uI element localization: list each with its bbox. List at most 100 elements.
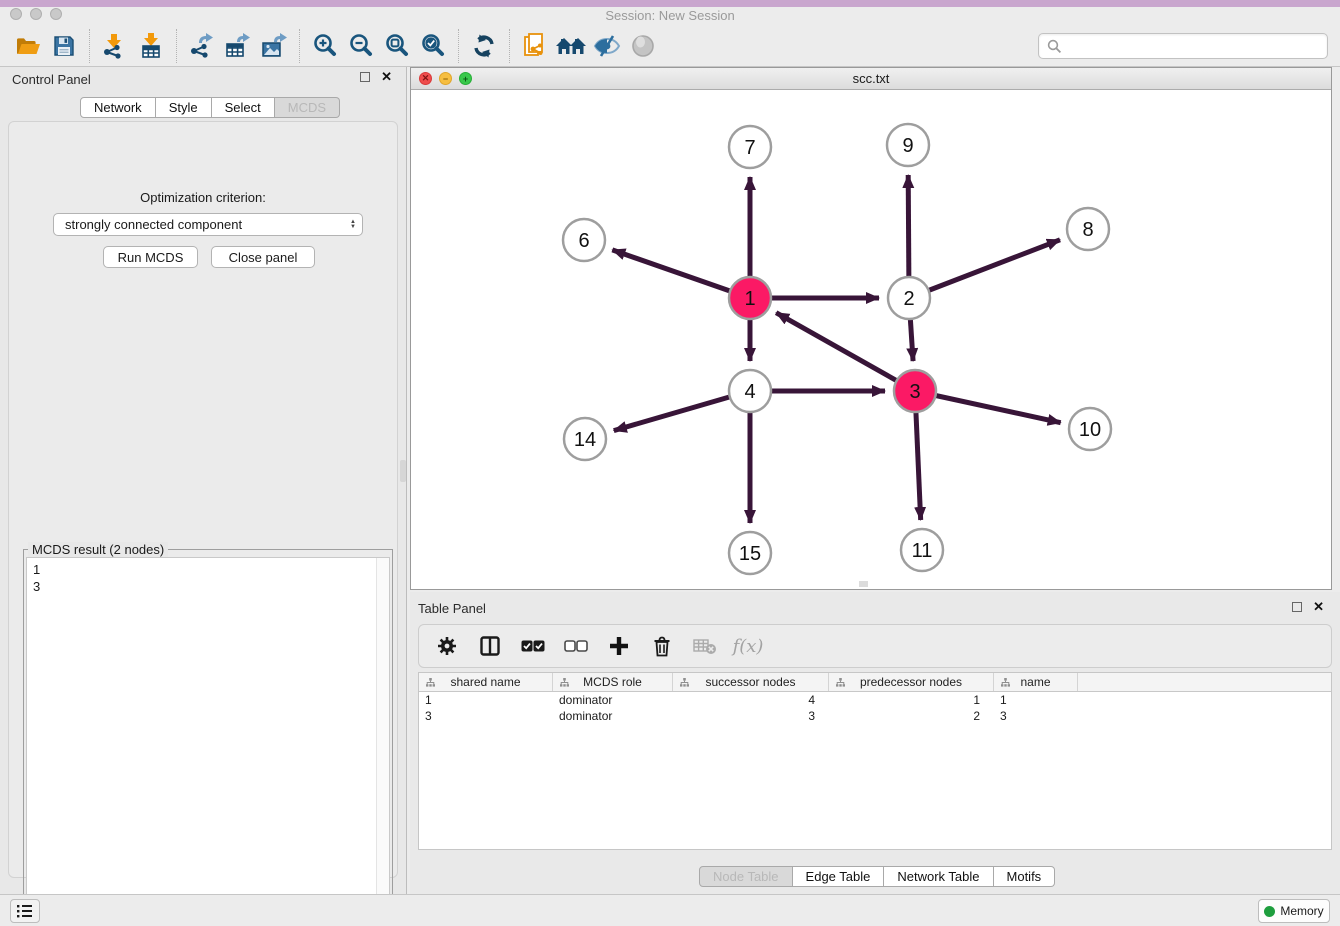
table-row[interactable]: 1dominator411 [419,692,1331,708]
graph-edge-2-8[interactable] [909,240,1060,298]
table-cell[interactable]: 1 [419,692,553,708]
open-session-icon[interactable] [10,28,46,64]
graph-edge-3-1[interactable] [776,313,915,391]
tab-select[interactable]: Select [212,97,275,118]
panel-splitter-handle[interactable] [400,460,406,482]
float-table-panel-icon[interactable] [1292,602,1302,612]
graph-node-7[interactable]: 7 [729,126,771,168]
unselect-all-icon[interactable] [562,632,590,660]
mcds-result-list[interactable]: 13 [26,557,390,922]
export-network-icon[interactable] [184,28,220,64]
column-header-MCDS-role[interactable]: MCDS role [553,673,673,691]
graph-node-6[interactable]: 6 [563,219,605,261]
node-table: shared nameMCDS rolesuccessor nodesprede… [418,672,1332,850]
zoom-selected-icon[interactable] [415,28,451,64]
graph-node-11[interactable]: 11 [901,529,943,571]
task-list-button[interactable] [10,899,40,923]
network-view-window: ✕ − + scc.txt 7 9 6 8 1 2 4 3 14 10 15 11 [410,67,1332,590]
table-cell[interactable]: 3 [994,708,1078,724]
add-icon[interactable] [605,632,633,660]
table-cell[interactable]: 1 [994,692,1078,708]
export-image-icon[interactable] [256,28,292,64]
memory-button[interactable]: Memory [1258,899,1330,923]
graph-node-14[interactable]: 14 [564,418,606,460]
column-header-predecessor-nodes[interactable]: predecessor nodes [829,673,994,691]
delete-table-icon[interactable] [691,632,719,660]
table-cell[interactable]: 1 [829,692,994,708]
graph-node-9[interactable]: 9 [887,124,929,166]
tab-motifs[interactable]: Motifs [994,866,1056,887]
result-scrollbar[interactable] [376,558,389,921]
table-cell[interactable]: dominator [553,708,673,724]
zoom-out-icon[interactable] [343,28,379,64]
network-canvas[interactable]: 7 9 6 8 1 2 4 3 14 10 15 11 [411,90,1331,589]
toolbar-separator [509,29,510,63]
network-window-titlebar[interactable]: ✕ − + scc.txt [411,68,1331,90]
home-icon[interactable] [553,28,589,64]
column-header-shared-name[interactable]: shared name [419,673,553,691]
svg-text:4: 4 [744,381,755,403]
export-table-icon[interactable] [220,28,256,64]
select-all-icon[interactable] [519,632,547,660]
svg-text:3: 3 [909,381,920,403]
save-session-icon[interactable] [46,28,82,64]
tab-node-table[interactable]: Node Table [699,866,793,887]
split-columns-icon[interactable] [476,632,504,660]
tab-style[interactable]: Style [156,97,212,118]
optimization-criterion-dropdown[interactable]: strongly connected component ▲▼ [53,213,363,236]
delete-icon[interactable] [648,632,676,660]
gear-icon[interactable] [433,632,461,660]
column-header-name[interactable]: name [994,673,1078,691]
close-table-panel-icon[interactable]: ✕ [1313,602,1324,612]
search-field[interactable] [1038,33,1328,59]
optimization-criterion-label: Optimization criterion: [9,190,397,205]
graph-node-10[interactable]: 10 [1069,408,1111,450]
table-cell[interactable]: 3 [673,708,829,724]
table-cell[interactable]: 2 [829,708,994,724]
graph-node-1[interactable]: 1 [729,277,771,319]
graph-edge-3-10[interactable] [915,391,1061,423]
table-row[interactable]: 3dominator323 [419,708,1331,724]
refresh-icon[interactable] [466,28,502,64]
run-mcds-button[interactable]: Run MCDS [103,246,198,268]
memory-status-icon [1264,906,1275,917]
tab-mcds[interactable]: MCDS [275,97,340,118]
graph-node-8[interactable]: 8 [1067,208,1109,250]
clone-network-icon[interactable] [517,28,553,64]
close-panel-button[interactable]: Close panel [211,246,315,268]
window-top-accent [0,0,1340,7]
zoom-fit-icon[interactable] [379,28,415,64]
tab-network-table[interactable]: Network Table [884,866,993,887]
graph-node-15[interactable]: 15 [729,532,771,574]
network-graph[interactable]: 7 9 6 8 1 2 4 3 14 10 15 11 [411,90,1331,589]
close-panel-icon[interactable]: ✕ [381,72,392,82]
toolbar-separator [299,29,300,63]
table-cell[interactable]: 3 [419,708,553,724]
toolbar-separator [176,29,177,63]
sphere-icon[interactable] [625,28,661,64]
zoom-in-icon[interactable] [307,28,343,64]
svg-text:9: 9 [902,135,913,157]
svg-text:6: 6 [578,230,589,252]
function-builder-icon: f(x) [734,632,762,660]
graphics-details-icon[interactable] [589,28,625,64]
window-title: Session: New Session [0,8,1340,23]
status-bar: Memory [0,894,1340,926]
graph-node-3[interactable]: 3 [894,370,936,412]
table-toolbar: f(x) [418,624,1332,668]
table-cell[interactable]: dominator [553,692,673,708]
tab-network[interactable]: Network [80,97,156,118]
import-table-icon[interactable] [133,28,169,64]
search-input[interactable] [1062,39,1319,54]
import-network-icon[interactable] [97,28,133,64]
canvas-splitter-handle[interactable] [859,581,868,587]
main-toolbar [0,26,1340,67]
tab-edge-table[interactable]: Edge Table [793,866,885,887]
column-header-successor-nodes[interactable]: successor nodes [673,673,829,691]
float-panel-icon[interactable] [360,72,370,82]
control-panel-title: Control Panel [12,72,91,87]
graph-node-2[interactable]: 2 [888,277,930,319]
mcds-result-line: 3 [33,578,383,595]
graph-node-4[interactable]: 4 [729,370,771,412]
table-cell[interactable]: 4 [673,692,829,708]
